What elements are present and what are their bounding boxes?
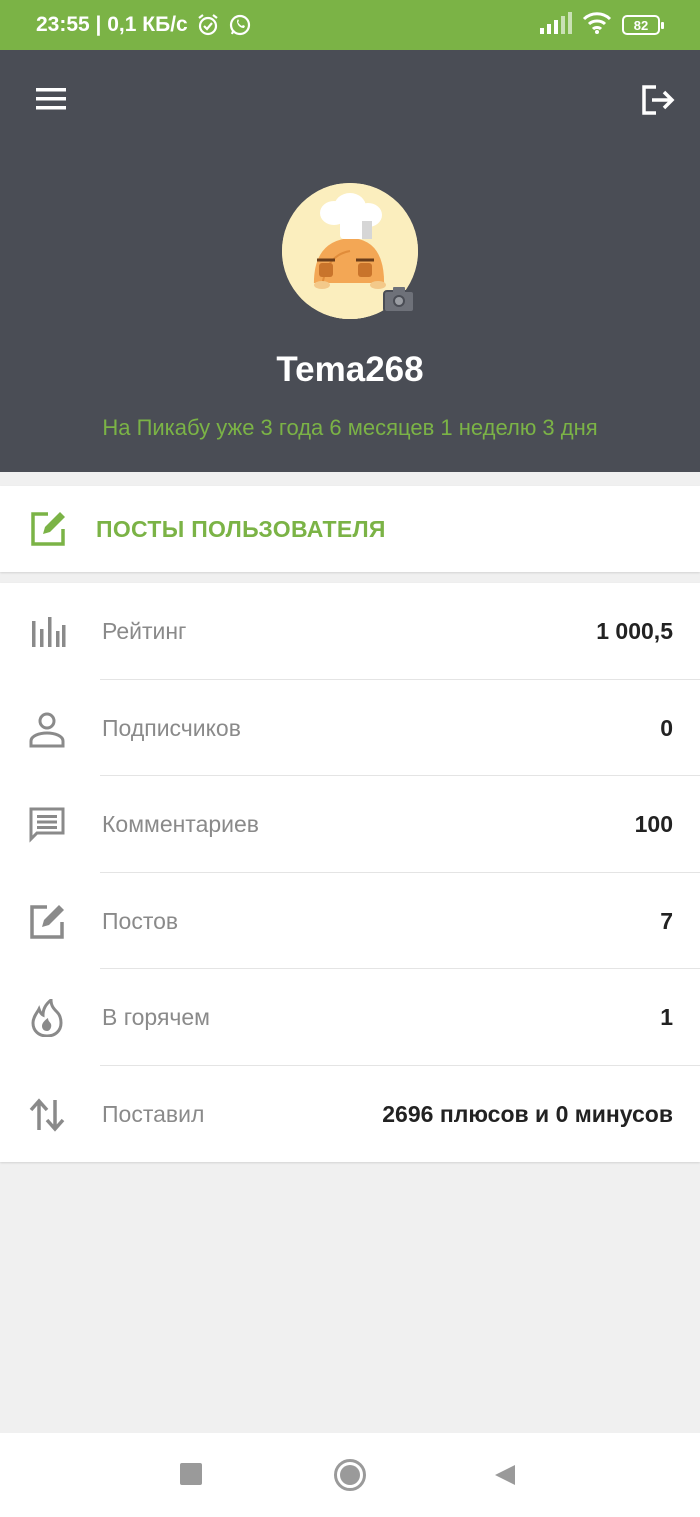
swap-vertical-icon xyxy=(28,1096,66,1134)
profile-screen: 23:55 | 0,1 КБ/с 82 Tema268 На Пикабу уж… xyxy=(0,0,700,1517)
stat-label: Комментариев xyxy=(102,811,260,837)
user-posts-button[interactable]: ПОСТЫ ПОЛЬЗОВАТЕЛЯ xyxy=(0,486,700,572)
fire-icon xyxy=(28,996,66,1038)
stat-row-votes: Поставил 2696 плюсов и 0 минусов xyxy=(0,1066,700,1163)
wifi-icon xyxy=(582,11,612,40)
status-time: 23:55 | 0,1 КБ/с xyxy=(36,13,188,36)
status-left: 23:55 | 0,1 КБ/с xyxy=(36,13,252,37)
edit-icon xyxy=(30,511,66,547)
battery-icon: 82 xyxy=(622,15,664,35)
comment-icon xyxy=(28,806,66,844)
person-icon xyxy=(28,710,66,748)
camera-icon[interactable] xyxy=(382,284,416,314)
stats-list: Рейтинг 1 000,5 Подписчиков 0 Комментари… xyxy=(0,583,700,1162)
profile-header: Tema268 На Пикабу уже 3 года 6 месяцев 1… xyxy=(0,50,700,472)
whatsapp-icon xyxy=(228,13,252,37)
stat-value: 7 xyxy=(660,907,673,934)
menu-icon[interactable] xyxy=(34,86,68,112)
stat-value: 100 xyxy=(634,811,673,837)
stat-label: В горячем xyxy=(102,1004,210,1030)
edit-icon xyxy=(28,903,66,941)
tenure-text: На Пикабу уже 3 года 6 месяцев 1 неделю … xyxy=(102,415,598,440)
stat-row-comments: Комментариев 100 xyxy=(0,776,700,873)
status-right: 82 xyxy=(540,11,664,40)
stat-row-rating: Рейтинг 1 000,5 xyxy=(0,583,700,680)
stat-label: Подписчиков xyxy=(102,714,241,741)
status-bar: 23:55 | 0,1 КБ/с 82 xyxy=(0,0,700,50)
navigation-bar xyxy=(0,1433,700,1517)
recents-icon[interactable] xyxy=(180,1463,202,1485)
user-posts-label: ПОСТЫ ПОЛЬЗОВАТЕЛЯ xyxy=(96,516,386,542)
stat-label: Рейтинг xyxy=(102,618,187,644)
stat-label: Поставил xyxy=(102,1100,205,1127)
stat-value: 0 xyxy=(660,714,673,741)
signal-icon xyxy=(540,11,572,39)
stat-value: 1 xyxy=(660,1004,673,1030)
stat-row-subscribers: Подписчиков 0 xyxy=(0,680,700,776)
username: Tema268 xyxy=(276,350,424,389)
bar-chart-icon xyxy=(28,613,66,651)
home-icon[interactable] xyxy=(333,1458,367,1492)
stat-label: Постов xyxy=(102,907,179,934)
logout-icon[interactable] xyxy=(640,84,676,116)
stat-value: 1 000,5 xyxy=(596,618,673,644)
back-icon[interactable] xyxy=(493,1463,517,1487)
alarm-icon xyxy=(196,13,220,37)
stat-value: 2696 плюсов и 0 минусов xyxy=(382,1100,673,1127)
stat-row-hot: В горячем 1 xyxy=(0,969,700,1066)
stat-row-posts: Постов 7 xyxy=(0,873,700,969)
